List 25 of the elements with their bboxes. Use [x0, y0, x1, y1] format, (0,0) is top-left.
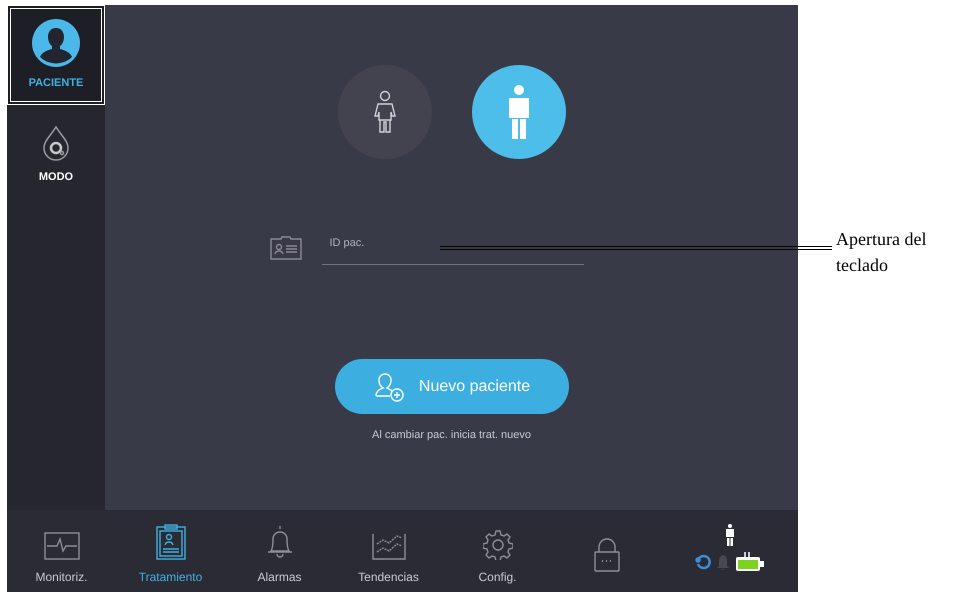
clipboard-icon [156, 524, 186, 560]
bell-icon [717, 554, 729, 570]
patient-id-field[interactable]: ID pac. [322, 231, 584, 265]
annotation-text: Apertura del teclado [836, 228, 928, 277]
monitor-icon [44, 532, 80, 560]
nav-tab[interactable]: Tratamiento [116, 516, 225, 586]
sidebar-item[interactable]: MODO [7, 105, 105, 205]
drop-icon [41, 124, 71, 161]
nav-tab[interactable]: Config. [443, 516, 552, 586]
person-icon [508, 85, 530, 139]
person-icon [32, 18, 80, 67]
refresh-icon [695, 554, 711, 570]
id-card-icon [270, 236, 302, 260]
person-icon [726, 524, 734, 546]
gear-icon [482, 530, 512, 560]
sidebar-item[interactable]: PACIENTE [7, 5, 105, 105]
nav-tab[interactable]: Alarmas [225, 516, 334, 586]
battery-icon [735, 552, 765, 572]
nav-tab[interactable]: Tendencias [334, 516, 443, 586]
lock-icon [594, 538, 620, 572]
nav-tab[interactable]: Monitoriz. [7, 516, 116, 586]
child-icon [372, 90, 396, 134]
hint-text: Al cambiar pac. inicia trat. nuevo [372, 428, 531, 443]
add-user-icon [372, 372, 405, 402]
trend-chart-icon [372, 532, 406, 560]
